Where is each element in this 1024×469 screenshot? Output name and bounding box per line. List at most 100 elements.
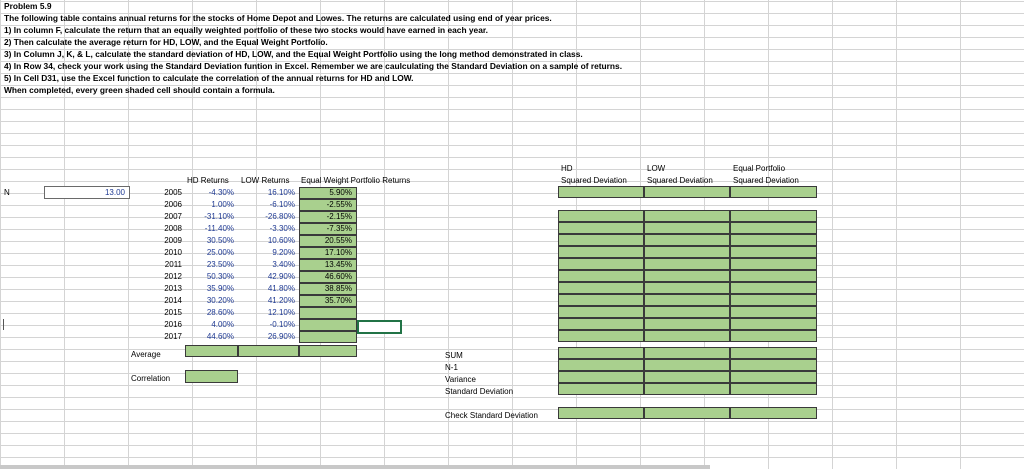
low-sq-dev-cell[interactable] — [644, 318, 730, 330]
eq-sq-dev-cell[interactable] — [730, 318, 817, 330]
hd-sq-dev-cell[interactable] — [558, 347, 644, 359]
eq-sq-dev-cell[interactable] — [730, 270, 817, 282]
hd-sq-dev-cell[interactable] — [558, 258, 644, 270]
low-return-cell[interactable]: 42.90% — [239, 271, 295, 282]
eq-sq-dev-cell[interactable] — [730, 347, 817, 359]
eq-sq-dev-cell[interactable] — [730, 258, 817, 270]
hd-return-cell[interactable]: 30.50% — [186, 235, 234, 246]
low-return-cell[interactable]: -6.10% — [239, 199, 295, 210]
hd-return-cell[interactable]: 30.20% — [186, 295, 234, 306]
low-sq-dev-cell[interactable] — [644, 294, 730, 306]
low-sq-dev-cell[interactable] — [644, 258, 730, 270]
hd-sq-dev-cell[interactable] — [558, 210, 644, 222]
eq-return-cell[interactable]: 35.70% — [299, 295, 357, 307]
n-value-cell[interactable]: 13.00 — [44, 186, 130, 199]
hd-sq-dev-cell[interactable] — [558, 246, 644, 258]
hd-sq-dev-cell[interactable] — [558, 306, 644, 318]
eq-sq-dev-cell[interactable] — [730, 234, 817, 246]
low-return-cell[interactable]: 12.10% — [239, 307, 295, 318]
low-sq-dev-cell[interactable] — [644, 186, 730, 198]
hd-sq-dev-cell[interactable] — [558, 371, 644, 383]
low-sq-dev-cell[interactable] — [644, 371, 730, 383]
low-return-cell[interactable]: 3.40% — [239, 259, 295, 270]
eq-return-cell[interactable]: -2.55% — [299, 199, 357, 211]
eq-sq-dev-cell[interactable] — [730, 330, 817, 342]
eq-return-cell[interactable]: 17.10% — [299, 247, 357, 259]
hd-sq-dev-cell[interactable] — [558, 359, 644, 371]
hd-return-cell[interactable]: 35.90% — [186, 283, 234, 294]
eq-sq-dev-cell[interactable] — [730, 359, 817, 371]
hd-sq-dev-cell[interactable] — [558, 186, 644, 198]
low-return-cell[interactable]: 16.10% — [239, 187, 295, 198]
hd-sq-dev-cell[interactable] — [558, 222, 644, 234]
eq-return-cell[interactable] — [299, 307, 357, 319]
eq-return-cell[interactable]: 5.90% — [299, 187, 357, 199]
average-low-cell[interactable] — [238, 345, 299, 357]
low-return-cell[interactable]: 41.80% — [239, 283, 295, 294]
eq-return-cell[interactable] — [299, 331, 357, 343]
low-sq-dev-cell[interactable] — [644, 383, 730, 395]
eq-sq-dev-cell[interactable] — [730, 210, 817, 222]
eq-return-cell[interactable] — [299, 319, 357, 331]
low-sq-dev-cell[interactable] — [644, 330, 730, 342]
hd-return-cell[interactable]: 4.00% — [186, 319, 234, 330]
problem-title: Problem 5.9 — [4, 1, 52, 11]
hd-return-cell[interactable]: 28.60% — [186, 307, 234, 318]
hd-sq-dev-cell[interactable] — [558, 318, 644, 330]
low-return-cell[interactable]: 41.20% — [239, 295, 295, 306]
eq-sq-dev-cell[interactable] — [730, 407, 817, 419]
low-sq-dev-cell[interactable] — [644, 306, 730, 318]
low-sq-dev-cell[interactable] — [644, 234, 730, 246]
eq-sq-dev-cell[interactable] — [730, 383, 817, 395]
hd-sq-dev-cell[interactable] — [558, 234, 644, 246]
low-sq-dev-cell[interactable] — [644, 282, 730, 294]
eq-sq-dev-cell[interactable] — [730, 246, 817, 258]
eq-return-cell[interactable]: 13.45% — [299, 259, 357, 271]
low-sq-dev-cell[interactable] — [644, 222, 730, 234]
horizontal-scrollbar[interactable] — [0, 465, 710, 469]
hd-return-cell[interactable]: -4.30% — [186, 187, 234, 198]
hd-sq-dev-cell[interactable] — [558, 383, 644, 395]
hd-return-cell[interactable]: 50.30% — [186, 271, 234, 282]
low-sq-dev-cell[interactable] — [644, 359, 730, 371]
low-sq-dev-cell[interactable] — [644, 210, 730, 222]
eq-return-cell[interactable]: 20.55% — [299, 235, 357, 247]
selected-cell[interactable] — [357, 320, 402, 334]
hd-return-cell[interactable]: -11.40% — [186, 223, 234, 234]
low-return-cell[interactable]: -3.30% — [239, 223, 295, 234]
low-return-cell[interactable]: 26.90% — [239, 331, 295, 342]
low-sq-dev-cell[interactable] — [644, 407, 730, 419]
hd-return-cell[interactable]: -31.10% — [186, 211, 234, 222]
hd-return-cell[interactable]: 25.00% — [186, 247, 234, 258]
eq-return-cell[interactable]: 38.85% — [299, 283, 357, 295]
eq-return-cell[interactable]: 46.60% — [299, 271, 357, 283]
correlation-label: Correlation — [131, 374, 171, 383]
hd-sq-dev-cell[interactable] — [558, 330, 644, 342]
hd-sq-dev-cell[interactable] — [558, 294, 644, 306]
hd-return-cell[interactable]: 23.50% — [186, 259, 234, 270]
eq-sq-dev-cell[interactable] — [730, 371, 817, 383]
correlation-cell[interactable] — [185, 370, 238, 383]
low-sq-dev-cell[interactable] — [644, 246, 730, 258]
eq-sq-dev-cell[interactable] — [730, 222, 817, 234]
low-sq-dev-cell[interactable] — [644, 347, 730, 359]
hd-sq-dev-cell[interactable] — [558, 270, 644, 282]
low-return-cell[interactable]: -26.80% — [239, 211, 295, 222]
low-return-cell[interactable]: -0.10% — [239, 319, 295, 330]
header-low-returns: LOW Returns — [241, 176, 290, 185]
eq-return-cell[interactable]: -2.15% — [299, 211, 357, 223]
low-return-cell[interactable]: 10.60% — [239, 235, 295, 246]
eq-sq-dev-cell[interactable] — [730, 294, 817, 306]
eq-sq-dev-cell[interactable] — [730, 186, 817, 198]
hd-sq-dev-cell[interactable] — [558, 282, 644, 294]
eq-sq-dev-cell[interactable] — [730, 282, 817, 294]
low-sq-dev-cell[interactable] — [644, 270, 730, 282]
average-eq-cell[interactable] — [299, 345, 357, 357]
hd-sq-dev-cell[interactable] — [558, 407, 644, 419]
hd-return-cell[interactable]: 44.60% — [186, 331, 234, 342]
average-hd-cell[interactable] — [185, 345, 238, 357]
eq-sq-dev-cell[interactable] — [730, 306, 817, 318]
eq-return-cell[interactable]: -7.35% — [299, 223, 357, 235]
hd-return-cell[interactable]: 1.00% — [186, 199, 234, 210]
low-return-cell[interactable]: 9.20% — [239, 247, 295, 258]
